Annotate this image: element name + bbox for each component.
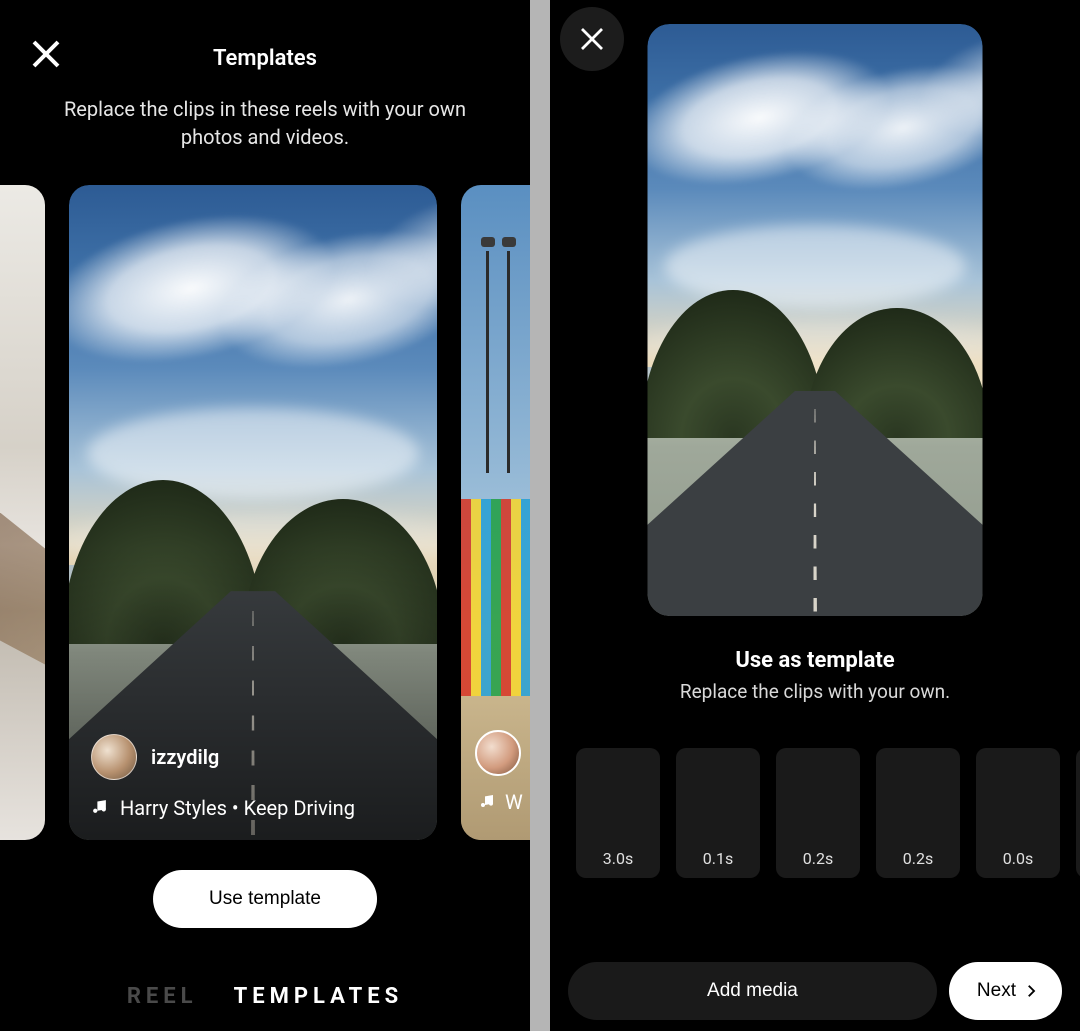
clip-slot[interactable] [1076,748,1080,878]
template-carousel[interactable]: izzydilg Harry Styles • Keep Driving [0,185,530,840]
music-title-partial: W [505,790,523,814]
template-card-prev[interactable] [0,185,45,840]
username[interactable]: izzydilg [151,745,219,769]
clip-duration: 0.0s [976,849,1060,868]
music-attribution[interactable]: Harry Styles • Keep Driving [91,796,415,820]
add-media-button[interactable]: Add media [568,962,937,1020]
clip-slots: 3.0s 0.1s 0.2s 0.2s 0.0s [576,748,1080,878]
bottom-actions: Add media Next [568,961,1062,1021]
use-as-template-screen: Use as template Replace the clips with y… [550,0,1080,1031]
music-icon [479,790,495,814]
next-button-label: Next [977,980,1016,1002]
avatar[interactable] [91,734,137,780]
next-button[interactable]: Next [949,962,1062,1020]
section-title: Use as template [550,648,1080,673]
templates-screen: Templates Replace the clips in these ree… [0,0,530,1031]
clip-duration: 0.2s [876,849,960,868]
section-subtitle: Replace the clips with your own. [550,680,1080,703]
close-icon[interactable] [560,7,624,71]
page-title: Templates [0,46,530,71]
use-template-button[interactable]: Use template [153,870,377,928]
clip-slot[interactable]: 0.2s [776,748,860,878]
clip-slot[interactable]: 0.0s [976,748,1060,878]
clip-slot[interactable]: 0.1s [676,748,760,878]
music-title: Harry Styles • Keep Driving [120,796,355,820]
close-icon[interactable] [30,38,62,70]
music-icon [91,796,108,820]
bottom-tabs: REEL TEMPLATES [0,984,530,1009]
page-subtitle: Replace the clips in these reels with yo… [50,95,480,151]
tab-templates[interactable]: TEMPLATES [234,984,404,1009]
clip-duration: 0.2s [776,849,860,868]
clip-slot[interactable]: 3.0s [576,748,660,878]
template-preview[interactable] [648,24,983,616]
chevron-right-icon [1022,982,1040,1000]
clip-slot[interactable]: 0.2s [876,748,960,878]
avatar[interactable] [475,730,521,776]
card-info: izzydilg Harry Styles • Keep Driving [91,734,415,820]
template-card-next[interactable]: W [461,185,530,840]
clip-duration: 0.1s [676,849,760,868]
template-card[interactable]: izzydilg Harry Styles • Keep Driving [69,185,437,840]
clip-duration: 3.0s [576,849,660,868]
tab-reel[interactable]: REEL [127,984,198,1009]
music-attribution[interactable]: W [479,790,523,814]
